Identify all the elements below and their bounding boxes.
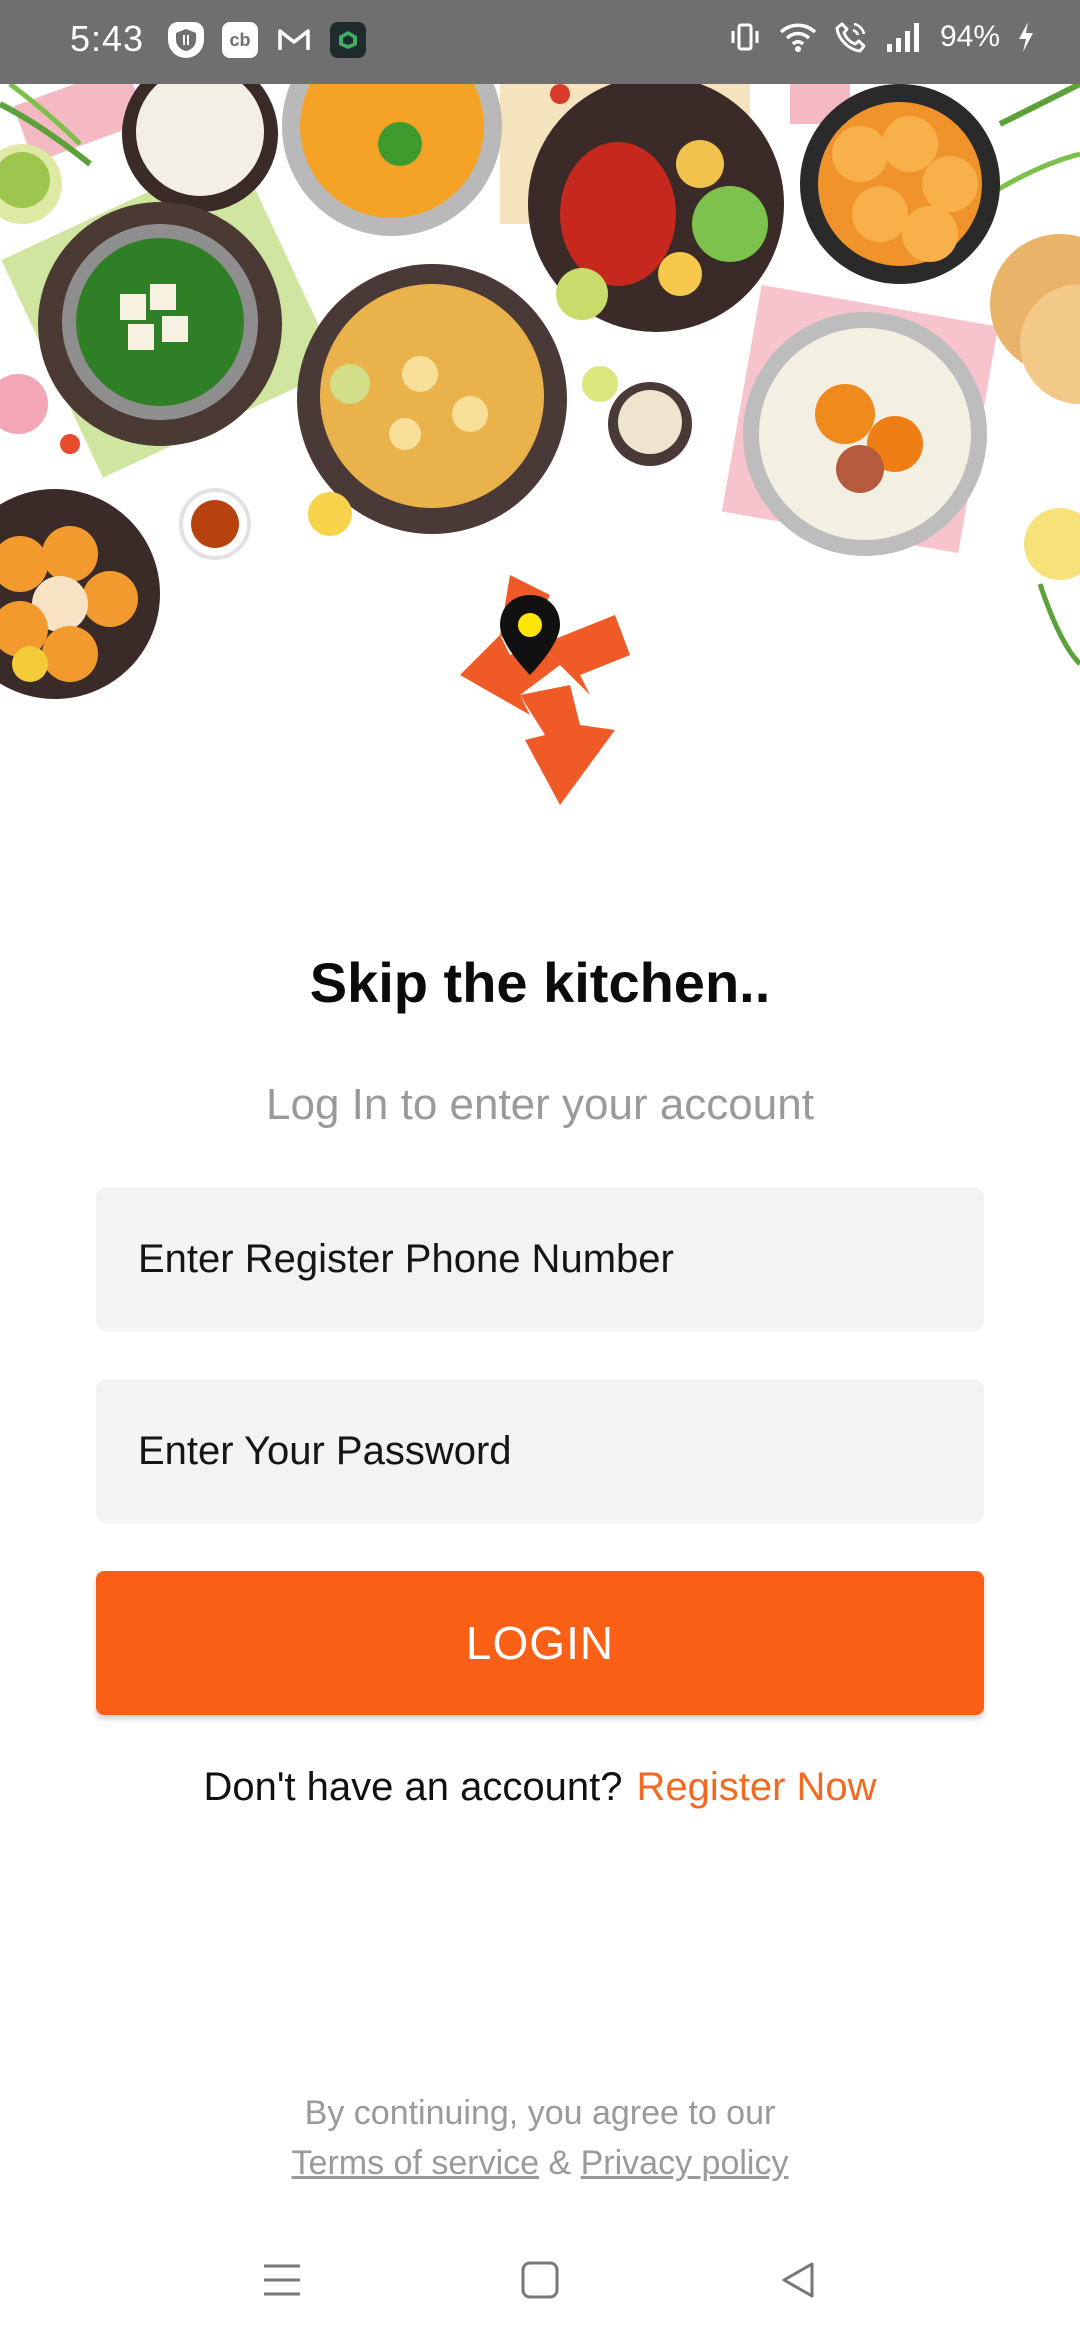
notification-icons: cb bbox=[168, 22, 366, 58]
phone-number-input[interactable] bbox=[96, 1187, 984, 1331]
wifi-call-icon bbox=[835, 22, 866, 53]
status-bar: 5:43 cb 94% bbox=[0, 0, 1080, 84]
battery-percent: 94% bbox=[939, 20, 1000, 53]
app-icon bbox=[330, 22, 366, 58]
register-now-link[interactable]: Register Now bbox=[636, 1765, 876, 1809]
legal-ampersand: & bbox=[548, 2144, 572, 2182]
menu-icon bbox=[264, 2264, 300, 2296]
cb-icon: cb bbox=[222, 22, 258, 58]
page-title: Skip the kitchen.. bbox=[309, 951, 771, 1014]
legal-text: By continuing, you agree to our bbox=[304, 2094, 776, 2132]
shield-icon bbox=[168, 22, 204, 58]
status-time: 5:43 bbox=[70, 18, 145, 59]
register-row: Don't have an account? Register Now bbox=[0, 1765, 1080, 1810]
phone-field-container bbox=[96, 1187, 984, 1331]
login-button[interactable]: LOGIN bbox=[96, 1571, 984, 1715]
privacy-policy-link[interactable]: Privacy policy bbox=[581, 2144, 789, 2182]
legal-notice: By continuing, you agree to our Terms of… bbox=[0, 2088, 1080, 2188]
back-button[interactable] bbox=[768, 2250, 828, 2310]
terms-of-service-link[interactable]: Terms of service bbox=[292, 2144, 540, 2182]
gmail-icon bbox=[276, 22, 312, 58]
vibrate-icon bbox=[731, 23, 759, 51]
password-input[interactable] bbox=[96, 1379, 984, 1523]
recent-apps-button[interactable] bbox=[252, 2250, 312, 2310]
home-button[interactable] bbox=[510, 2250, 570, 2310]
battery-charging-icon bbox=[1019, 22, 1033, 52]
password-field-container bbox=[96, 1379, 984, 1523]
app-logo bbox=[440, 555, 640, 815]
signal-icon bbox=[886, 23, 919, 52]
register-prompt: Don't have an account? bbox=[203, 1765, 623, 1809]
system-nav-bar bbox=[0, 2220, 1080, 2340]
page-subtitle: Log In to enter your account bbox=[266, 1080, 814, 1129]
home-square-icon bbox=[521, 2261, 559, 2299]
wifi-icon bbox=[779, 23, 817, 52]
back-triangle-icon bbox=[782, 2262, 814, 2298]
system-icons: 94% bbox=[728, 20, 1036, 54]
